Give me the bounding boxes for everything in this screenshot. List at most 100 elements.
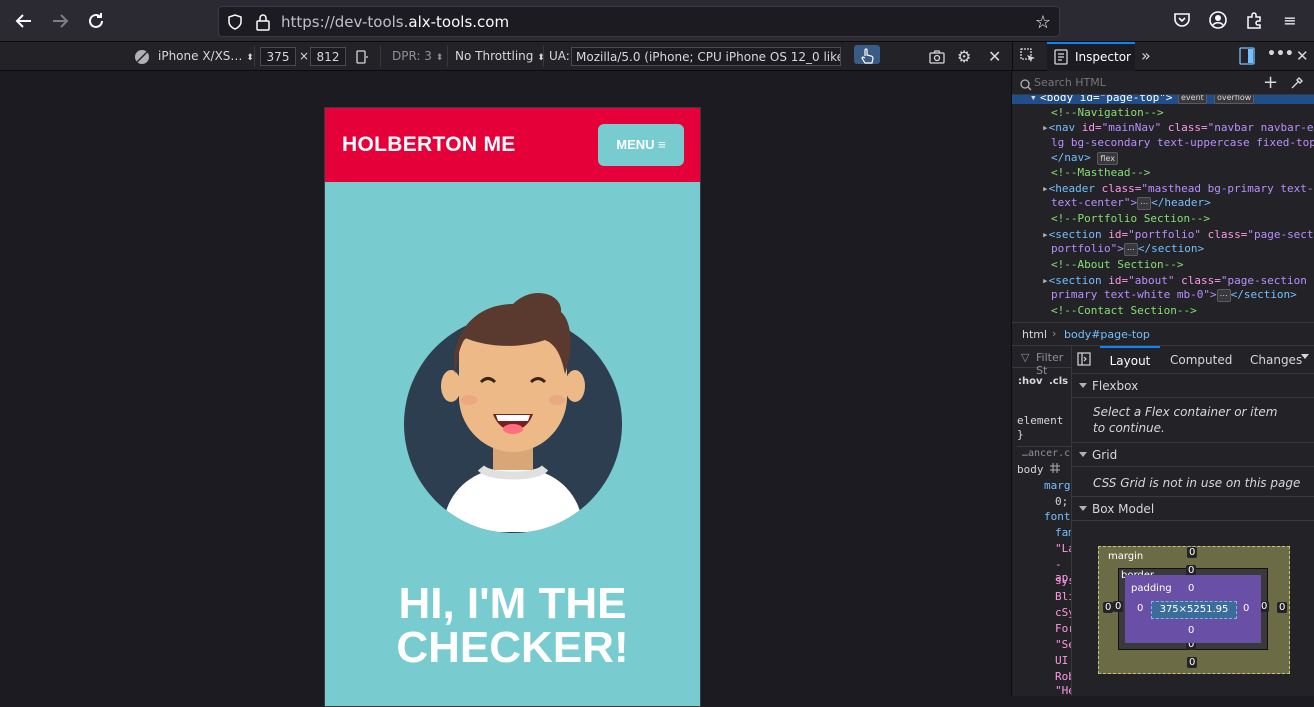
grid-icon[interactable] — [1050, 463, 1060, 476]
reload-icon[interactable] — [84, 9, 108, 33]
cls-toggle[interactable]: .cls — [1049, 376, 1068, 387]
height-input[interactable]: 812 — [310, 47, 346, 66]
comment-masthead[interactable]: <!--Masthead--> — [1051, 166, 1150, 179]
box-model-section-header[interactable]: Box Model — [1072, 497, 1314, 521]
collapsed-ellipsis-badge[interactable]: ⋯ — [1216, 288, 1231, 302]
border-left-value[interactable]: 0 — [1113, 601, 1124, 612]
margin-left-value[interactable]: 0 — [1103, 602, 1114, 613]
tab-inspector-label: Inspector — [1075, 50, 1131, 64]
throttling-selector[interactable]: No Throttling ⬍ — [455, 47, 545, 66]
header-attr-class: class= — [1094, 182, 1142, 195]
tab-changes[interactable]: Changes — [1250, 346, 1302, 374]
device-selector[interactable]: iPhone X/XS… ⬍ — [158, 47, 254, 66]
viewport-area: HOLBERTON ME MENU ≡ HI, I'M THE CHECKER! — [0, 71, 1011, 707]
padding-right-value[interactable]: 0 — [1241, 603, 1251, 614]
chevron-down-icon[interactable] — [1301, 354, 1309, 359]
font-value-7: "Se — [1055, 638, 1071, 651]
touch-simulation-icon[interactable] — [854, 45, 880, 64]
selected-body-row[interactable]: ▾ <body id="page-top"> event overflow — [1012, 95, 1314, 104]
grid-message: CSS Grid is not in use on this page — [1093, 476, 1301, 490]
breadcrumb-html[interactable]: html — [1022, 328, 1047, 341]
element-selector[interactable]: element — [1017, 414, 1063, 427]
flex-badge[interactable]: flex — [1097, 151, 1118, 165]
header-row[interactable]: ▸<header class="masthead bg-primary text… — [1042, 182, 1314, 195]
nav-close-tag: </nav> — [1051, 151, 1091, 164]
stylesheet-source-link[interactable]: …ancer.c — [1022, 448, 1070, 459]
collapsed-ellipsis-badge[interactable]: ⋯ — [1137, 196, 1152, 210]
close-devtools-icon[interactable]: ✕ — [1296, 47, 1309, 65]
margin-top-value[interactable]: 0 — [1187, 547, 1198, 558]
arrow-left-icon[interactable] — [12, 9, 36, 33]
event-badge[interactable]: event — [1178, 95, 1207, 104]
margin-value[interactable]: 0; — [1055, 495, 1068, 508]
box-model-border[interactable]: border 0 0 0 0 padding 0 0 0 0 375×5251.… — [1113, 565, 1270, 650]
divider — [380, 46, 381, 67]
breadcrumb-chevron-icon: › — [1052, 327, 1057, 340]
padding-left-value[interactable]: 0 — [1135, 603, 1145, 614]
tab-computed[interactable]: Computed — [1170, 346, 1232, 374]
site-brand[interactable]: HOLBERTON ME — [342, 133, 516, 157]
extensions-icon[interactable] — [1244, 11, 1264, 31]
breadcrumb-body[interactable]: body#page-top — [1064, 328, 1150, 341]
flexbox-message: Select a Flex container or item to conti… — [1093, 405, 1278, 435]
padding-bottom-value[interactable]: 0 — [1186, 625, 1196, 636]
flexbox-section-header[interactable]: Flexbox — [1072, 374, 1314, 398]
screenshot-icon[interactable] — [929, 47, 947, 66]
padding-top-value[interactable]: 0 — [1186, 583, 1196, 594]
hov-toggle[interactable]: :hov — [1018, 376, 1043, 387]
filter-styles-input[interactable]: Filter St — [1036, 351, 1071, 377]
pocket-icon[interactable] — [1172, 11, 1192, 31]
eyedropper-icon[interactable] — [1290, 75, 1304, 94]
dpr-selector[interactable]: DPR: 3 ⬍ — [392, 47, 443, 66]
toggle-sidebar-icon[interactable] — [1077, 352, 1091, 369]
box-model-diagram: margin 0 0 0 0 border 0 0 0 0 padding 0 … — [1098, 546, 1290, 674]
url-bar[interactable]: https://dev-tools.alx-tools.com ☆ — [218, 6, 1060, 37]
search-html-input[interactable] — [1034, 74, 1254, 91]
add-node-plus-icon[interactable]: + — [1263, 72, 1278, 93]
menu-button[interactable]: MENU ≡ — [598, 124, 684, 166]
box-model-content-size[interactable]: 375×5251.95 — [1151, 601, 1237, 619]
section-portfolio-row[interactable]: ▸<section id="portfolio" class="page-sec… — [1042, 228, 1314, 241]
margin-right-value[interactable]: 0 — [1277, 602, 1288, 613]
element-picker-icon[interactable] — [1020, 48, 1036, 67]
overflow-badge[interactable]: overflow — [1214, 95, 1255, 104]
body-selector[interactable]: body — [1017, 463, 1044, 476]
margin-property[interactable]: marg — [1044, 479, 1071, 492]
url-text[interactable]: https://dev-tools.alx-tools.com — [281, 13, 509, 31]
settings-gear-icon[interactable]: ⚙ — [957, 47, 975, 66]
account-icon[interactable] — [1208, 11, 1228, 31]
close-icon[interactable]: ✕ — [988, 47, 1006, 66]
font-family-property[interactable]: fam — [1055, 526, 1071, 539]
more-options-icon[interactable]: ••• — [1267, 46, 1294, 62]
arrow-right-icon[interactable] — [48, 9, 72, 33]
comment-navigation[interactable]: <!--Navigation--> — [1051, 106, 1164, 119]
lock-icon[interactable] — [255, 13, 271, 31]
collapsed-ellipsis-badge[interactable]: ⋯ — [1123, 242, 1138, 256]
section2-attr-id: id= — [1101, 274, 1129, 287]
margin-bottom-value[interactable]: 0 — [1187, 657, 1198, 668]
section-about-row[interactable]: ▸<section id="about" class="page-section — [1042, 274, 1307, 287]
bookmark-star-icon[interactable]: ☆ — [1035, 12, 1051, 33]
tab-layout[interactable]: Layout — [1100, 346, 1160, 374]
markup-view[interactable]: ▾ <body id="page-top"> event overflow <!… — [1012, 95, 1314, 321]
dock-side-icon[interactable] — [1239, 47, 1255, 68]
comment-portfolio[interactable]: <!--Portfolio Section--> — [1051, 212, 1210, 225]
more-tabs-chevron-icon[interactable]: » — [1141, 46, 1151, 65]
shield-icon[interactable] — [227, 14, 243, 30]
grid-section-header[interactable]: Grid — [1072, 443, 1314, 467]
comment-about[interactable]: <!--About Section--> — [1051, 258, 1183, 271]
section1-tag: <section — [1048, 228, 1102, 241]
font-value-3: sys — [1055, 574, 1071, 587]
hamburger-menu-icon[interactable]: ≡ — [1280, 11, 1300, 31]
hero-title: HI, I'M THE CHECKER! — [325, 582, 700, 670]
rotate-icon[interactable] — [354, 47, 372, 66]
font-property[interactable]: font — [1044, 510, 1071, 523]
tab-inspector[interactable]: Inspector — [1047, 42, 1135, 71]
nav-row[interactable]: ▸<nav id="mainNav" class="navbar navbar-… — [1042, 121, 1314, 134]
width-input[interactable]: 375 — [260, 47, 296, 66]
box-model-padding[interactable]: padding 0 0 0 0 375×5251.95 — [1125, 575, 1261, 643]
font-value-9: Rob — [1055, 670, 1071, 683]
user-agent-input[interactable]: Mozilla/5.0 (iPhone; CPU iPhone OS 12_0 … — [571, 47, 841, 66]
header-line2-text: text-center"> — [1051, 196, 1138, 209]
comment-contact[interactable]: <!--Contact Section--> — [1051, 304, 1197, 317]
